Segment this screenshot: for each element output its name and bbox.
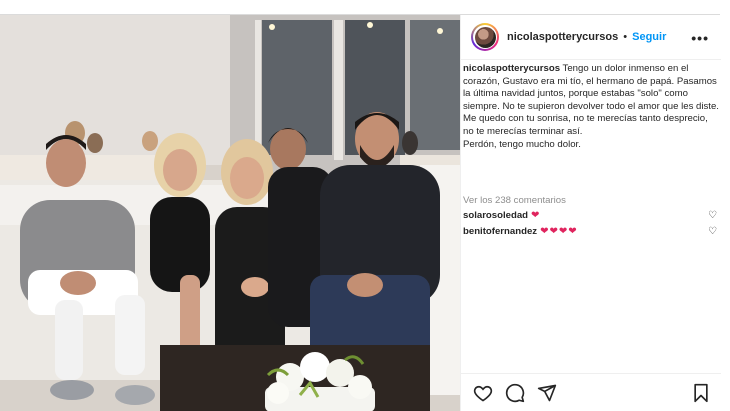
avatar-ring	[473, 25, 497, 49]
post-actions-bar	[461, 373, 721, 411]
post-side-panel: nicolaspotterycursos • Seguir ••• nicola…	[460, 15, 721, 411]
post-photo[interactable]	[0, 15, 460, 411]
comment-text-hearts: ❤	[531, 210, 541, 221]
comment-icon[interactable]	[505, 383, 525, 403]
more-options-icon[interactable]: •••	[691, 30, 709, 46]
caption-text-3: Perdón, tengo mucho dolor.	[463, 138, 581, 150]
comment-username[interactable]: solarosoledad	[463, 210, 528, 221]
caption-username[interactable]: nicolaspotterycursos	[463, 63, 560, 74]
follow-button[interactable]: Seguir	[632, 31, 666, 43]
comment-like-heart-icon[interactable]: ♡	[708, 226, 717, 237]
comment-username[interactable]: benitofernandez	[463, 226, 537, 237]
share-icon[interactable]	[537, 383, 557, 403]
post-caption: nicolaspotterycursos Tengo un dolor inme…	[463, 63, 721, 151]
comment-like-heart-icon[interactable]: ♡	[708, 210, 717, 221]
comment-item: solarosoledad ❤ ♡	[463, 210, 719, 221]
caption-text-2: Me quedo con tu sonrisa, no te merecías …	[463, 113, 708, 137]
instagram-post: nicolaspotterycursos • Seguir ••• nicola…	[0, 14, 721, 411]
post-header: nicolaspotterycursos • Seguir •••	[461, 15, 721, 60]
comment-text-hearts: ❤❤❤❤	[540, 226, 578, 237]
separator-dot: •	[623, 31, 628, 43]
post-username[interactable]: nicolaspotterycursos	[507, 31, 618, 43]
avatar[interactable]	[471, 23, 499, 51]
avatar-image	[474, 26, 496, 48]
comment-item: benitofernandez ❤❤❤❤ ♡	[463, 226, 719, 237]
view-comments-link[interactable]: Ver los 238 comentarios	[463, 195, 566, 206]
heart-icon[interactable]	[473, 383, 493, 403]
bookmark-icon[interactable]	[691, 383, 711, 403]
